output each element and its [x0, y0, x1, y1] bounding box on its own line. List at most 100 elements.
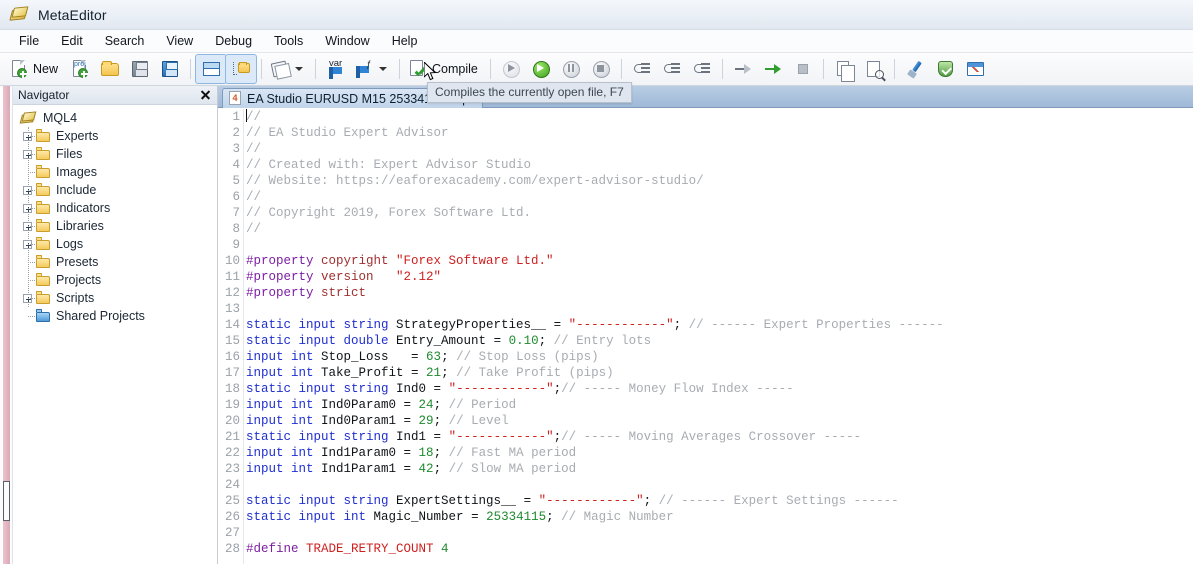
- sidebar-item-images[interactable]: Images: [17, 163, 217, 181]
- new-project-button[interactable]: proj: [65, 55, 95, 83]
- function-bookmark-button[interactable]: ƒ: [351, 55, 394, 83]
- copy-button[interactable]: [829, 55, 859, 83]
- menu-window[interactable]: Window: [314, 31, 380, 51]
- save-all-button[interactable]: [155, 55, 185, 83]
- sidebar-item-projects[interactable]: Projects: [17, 271, 217, 289]
- code-editor[interactable]: 1 // 2 // EA Studio Expert Advisor 3 // 4 // Cr…: [218, 109, 1193, 564]
- watch-variable-button[interactable]: var: [321, 55, 351, 83]
- code-token: "------------": [448, 430, 554, 444]
- folder-structure-icon: [231, 59, 251, 79]
- start-debug-button[interactable]: [526, 55, 556, 83]
- step-over-button[interactable]: [627, 55, 657, 83]
- line-number: 21: [224, 430, 240, 444]
- dock-strip-grip[interactable]: [3, 481, 10, 521]
- sidebar-item-indicators[interactable]: Indicators: [17, 199, 217, 217]
- chart-window-icon: [965, 59, 985, 79]
- tree-item-label: Projects: [56, 273, 102, 287]
- code-token: ;: [441, 366, 457, 380]
- code-token: // Level: [448, 414, 509, 428]
- menu-help[interactable]: Help: [381, 31, 429, 51]
- code-token: // ----- Moving Averages Crossover -----: [561, 430, 862, 444]
- code-token: "Forex Software Ltd.": [396, 254, 554, 268]
- code-token: TRADE_RETRY_COUNT: [306, 542, 442, 556]
- code-token: ExpertSettings__: [396, 494, 524, 508]
- stop-run-button[interactable]: [788, 55, 818, 83]
- debug-history-button[interactable]: [496, 55, 526, 83]
- code-line: 19 input int Ind0Param0 = 24; // Period: [218, 397, 1193, 413]
- code-token: // Stop Loss (pips): [456, 350, 599, 364]
- menu-view[interactable]: View: [155, 31, 204, 51]
- code-token: static input double: [246, 334, 397, 348]
- code-token: static input string: [246, 318, 397, 332]
- code-token: Ind1Param0: [321, 446, 404, 460]
- code-line: 28 #define TRADE_RETRY_COUNT 4: [218, 541, 1193, 557]
- line-number: 9: [232, 238, 240, 252]
- style-format-button[interactable]: [900, 55, 930, 83]
- code-token: ;: [433, 462, 449, 476]
- stop-debug-button[interactable]: [586, 55, 616, 83]
- toolbar-separator: [620, 59, 622, 79]
- toolbar-separator: [261, 59, 263, 79]
- open-chart-button[interactable]: [960, 55, 990, 83]
- line-number: 28: [224, 542, 240, 556]
- code-token: //: [246, 222, 262, 236]
- line-number: 22: [224, 446, 240, 460]
- sidebar-item-logs[interactable]: Logs: [17, 235, 217, 253]
- code-line: 16 input int Stop_Loss = 63; // Stop Loss…: [218, 349, 1193, 365]
- sidebar-item-experts[interactable]: Experts: [17, 127, 217, 145]
- code-token: ;: [433, 398, 449, 412]
- toggle-panels-button[interactable]: [195, 54, 228, 84]
- sidebar-item-libraries[interactable]: Libraries: [17, 217, 217, 235]
- code-token: "------------": [568, 318, 674, 332]
- code-token: 21: [426, 366, 442, 380]
- menu-tools[interactable]: Tools: [263, 31, 314, 51]
- code-token: Ind1Param1: [321, 462, 404, 476]
- menu-debug[interactable]: Debug: [204, 31, 263, 51]
- menu-edit[interactable]: Edit: [50, 31, 94, 51]
- code-token: input int: [246, 446, 322, 460]
- code-token: // Fast MA period: [448, 446, 577, 460]
- code-token: Stop_Loss: [321, 350, 412, 364]
- menu-file[interactable]: File: [8, 31, 50, 51]
- save-button[interactable]: [125, 55, 155, 83]
- close-icon[interactable]: [199, 89, 212, 102]
- toggle-navigator-button[interactable]: [225, 54, 258, 84]
- step-out-button[interactable]: [687, 55, 717, 83]
- sidebar-item-files[interactable]: Files: [17, 145, 217, 163]
- code-token: =: [411, 350, 427, 364]
- menu-bar: File Edit Search View Debug Tools Window…: [0, 30, 1193, 53]
- code-token: 18: [418, 446, 434, 460]
- run-to-cursor-button[interactable]: [728, 55, 758, 83]
- code-token: Ind0Param1: [321, 414, 404, 428]
- code-token: // Period: [448, 398, 517, 412]
- code-token: // Slow MA period: [448, 462, 577, 476]
- pause-debug-button[interactable]: [556, 55, 586, 83]
- tree-item-label: Indicators: [56, 201, 111, 215]
- menu-search[interactable]: Search: [94, 31, 156, 51]
- step-into-button[interactable]: [657, 55, 687, 83]
- line-number: 14: [224, 318, 240, 332]
- continue-button[interactable]: [758, 55, 788, 83]
- style-button[interactable]: [267, 55, 310, 83]
- code-line: 21 static input string Ind1 = "----------…: [218, 429, 1193, 445]
- code-token: static input string: [246, 494, 397, 508]
- open-button[interactable]: [95, 55, 125, 83]
- left-dock-strip[interactable]: [0, 86, 13, 564]
- step-into-icon: [662, 59, 682, 79]
- sidebar-item-shared-projects[interactable]: Shared Projects: [17, 307, 217, 325]
- save-floppy-icon: [130, 59, 150, 79]
- find-in-file-button[interactable]: [859, 55, 889, 83]
- compile-button[interactable]: Compile: [405, 55, 485, 83]
- code-token: //: [246, 110, 262, 124]
- sidebar-item-include[interactable]: Include: [17, 181, 217, 199]
- code-line: 2 // EA Studio Expert Advisor: [218, 125, 1193, 141]
- new-file-button[interactable]: New: [6, 55, 65, 83]
- tree-item-label: Presets: [56, 255, 99, 269]
- toolbar-separator: [822, 59, 824, 79]
- tree-root-mql4[interactable]: MQL4: [17, 109, 217, 127]
- sidebar-item-scripts[interactable]: Scripts: [17, 289, 217, 307]
- mql5-community-button[interactable]: [930, 55, 960, 83]
- navigator-header: Navigator: [13, 86, 217, 105]
- sidebar-item-presets[interactable]: Presets: [17, 253, 217, 271]
- code-token: 29: [418, 414, 434, 428]
